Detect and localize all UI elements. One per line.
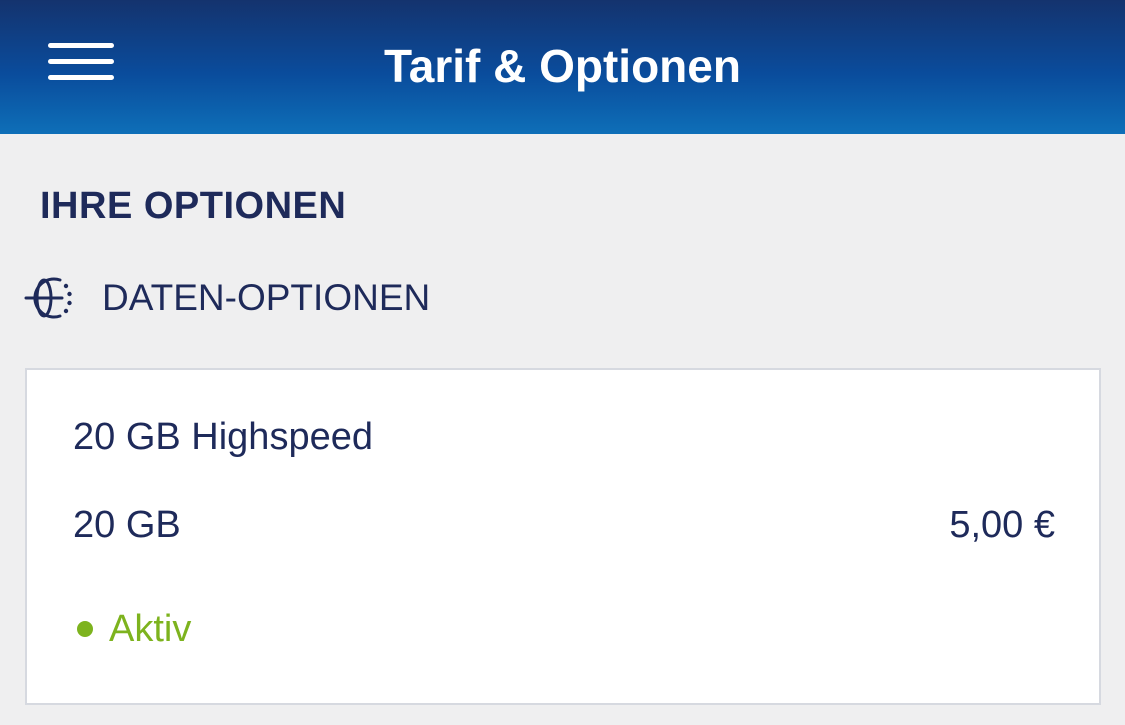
category-header: DATEN-OPTIONEN xyxy=(22,270,430,326)
app-header: Tarif & Optionen xyxy=(0,0,1125,134)
section-title: IHRE OPTIONEN xyxy=(40,185,347,227)
globe-icon xyxy=(24,277,72,319)
option-volume: 20 GB xyxy=(73,504,181,546)
category-label: DATEN-OPTIONEN xyxy=(102,277,431,318)
page-title: Tarif & Optionen xyxy=(384,40,741,92)
status-dot-icon xyxy=(77,621,93,637)
option-price: 5,00 € xyxy=(949,504,1055,546)
option-name: 20 GB Highspeed xyxy=(73,416,373,458)
option-card[interactable]: 20 GB Highspeed 20 GB 5,00 € Aktiv xyxy=(25,368,1101,705)
status-indicator: Aktiv xyxy=(77,606,191,652)
status-label: Aktiv xyxy=(109,608,192,650)
